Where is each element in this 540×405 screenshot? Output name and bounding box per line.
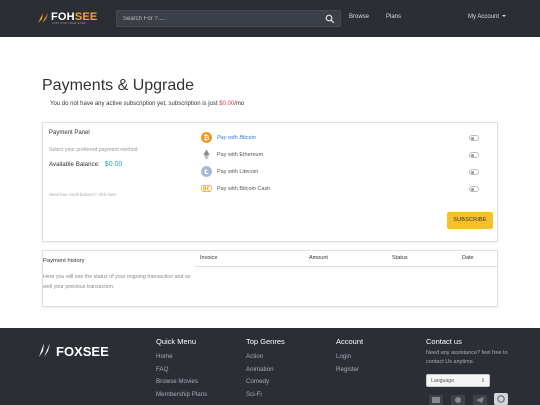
available-balance: Available Balance: $0.00 [49,161,122,168]
footer-link-animation[interactable]: Animation [246,364,285,377]
globe-icon [455,397,461,403]
footer-link-action[interactable]: Action [246,351,285,364]
payment-history-panel: Payment history Here you will see the st… [42,250,498,307]
bitcoin-cash-icon: BC [201,185,212,193]
language-select[interactable]: Language ⇕ [426,374,490,387]
svg-text:BC: BC [203,187,211,193]
footer-link-membership-plans[interactable]: Membership Plans [156,389,207,402]
footer-logo[interactable]: FOXSEE [38,342,109,359]
my-account-label: My Account [468,14,500,20]
payment-option-litecoin[interactable]: Ł Pay with Litecoin [201,166,491,178]
footer-link-comedy[interactable]: Comedy [246,376,285,389]
footer-top-genres: Top Genres Action Animation Comedy Sci-F… [246,337,285,402]
balance-value: $0.00 [104,161,123,168]
subscribe-button[interactable]: SUBSCRIBE [447,212,493,229]
subscription-text: You do not have any active subscription … [50,101,220,107]
footer-link-sci-fi[interactable]: Sci-Fi [246,389,285,402]
top-genres-title: Top Genres [246,337,285,346]
account-title: Account [336,337,364,346]
footer-link-faq[interactable]: FAQ [156,364,207,377]
contact-title: Contact us [426,337,462,346]
my-account-dropdown[interactable]: My Account [468,14,507,20]
column-header-invoice: Invoice [200,255,218,261]
logo-tagline: JUST FOR YOUR EYES [52,22,86,25]
whatsapp-icon [497,395,505,403]
payment-history-description: Here you will see the status of your ong… [43,274,191,290]
payment-option-label: Pay with Litecoin [217,169,259,175]
payment-panel-description: Select your preferred payment method [49,147,138,153]
payment-toggle[interactable] [469,169,479,175]
footer-link-register[interactable]: Register [336,364,363,377]
footer-logo-text: FOXSEE [56,344,109,359]
ethereum-icon [203,149,210,160]
footer-link-browse-movies[interactable]: Browse Movies [156,376,207,389]
payment-option-label: Pay with Bitcoin Cash [217,186,271,192]
subscription-price: $0.00 [219,101,235,107]
footer-contact: Contact us Need any assistance? feel fre… [426,337,516,366]
site-logo[interactable]: FOHSEE JUST FOR YOUR EYES [36,10,100,27]
fox-logo-icon [39,343,50,357]
chevron-down-icon [502,15,507,18]
footer-quick-menu: Quick Menu Home FAQ Browse Movies Member… [156,337,207,402]
social-button[interactable] [429,395,443,405]
subscription-status: You do not have any active subscription … [50,101,244,107]
fox-logo-icon [38,13,48,23]
mail-icon [432,397,440,403]
language-select-value: Language [431,378,455,384]
payment-panel: Payment Panel Select your preferred paym… [42,122,498,242]
social-button[interactable] [494,393,508,405]
search-input[interactable] [123,13,313,25]
footer-account: Account Login Register [336,337,363,376]
payment-option-bitcoin[interactable]: ₿ Pay with Bitcoin [201,132,491,144]
social-button[interactable] [451,395,465,405]
payment-option-bitcoin-cash[interactable]: BC Pay with Bitcoin Cash [201,183,491,195]
nav-plans-link[interactable]: Plans [386,14,401,20]
column-header-amount: Amount [309,255,328,261]
subscription-suffix: /mo [234,101,245,107]
chevron-updown-icon: ⇕ [480,378,485,384]
nav-browse-link[interactable]: Browse [349,14,369,20]
bitcoin-icon: ₿ [201,132,212,143]
top-navbar: FOHSEE JUST FOR YOUR EYES Browse Plans M… [0,0,540,37]
search-bar [116,10,341,27]
payment-history-title: Payment history [43,258,85,264]
payment-toggle[interactable] [469,186,479,192]
footer-link-login[interactable]: Login [336,351,363,364]
payment-toggle[interactable] [469,135,479,141]
column-header-status: Status [392,255,408,261]
payment-option-label: Pay with Bitcoin [217,135,256,141]
telegram-icon [476,397,484,403]
free-credit-link[interactable]: Need free credit balance? click here [49,192,116,197]
footer-link-home[interactable]: Home [156,351,207,364]
payment-option-ethereum[interactable]: Pay with Ethereum [201,149,491,161]
quick-menu-title: Quick Menu [156,337,197,346]
column-header-date: Date [462,255,474,261]
social-button[interactable] [473,395,487,405]
page-title: Payments & Upgrade [42,77,195,94]
search-icon[interactable] [325,14,335,24]
table-header-divider [195,266,498,267]
footer: FOXSEE Quick Menu Home FAQ Browse Movies… [0,328,540,405]
svg-text:Ł: Ł [203,168,209,176]
contact-text: Need any assistance? feel free to contac… [426,350,508,365]
payment-option-label: Pay with Ethereum [217,152,264,158]
payment-toggle[interactable] [469,152,479,158]
payment-panel-title: Payment Panel [49,130,90,136]
balance-label: Available Balance: [49,161,100,168]
litecoin-icon: Ł [201,166,212,177]
svg-text:₿: ₿ [204,134,210,142]
